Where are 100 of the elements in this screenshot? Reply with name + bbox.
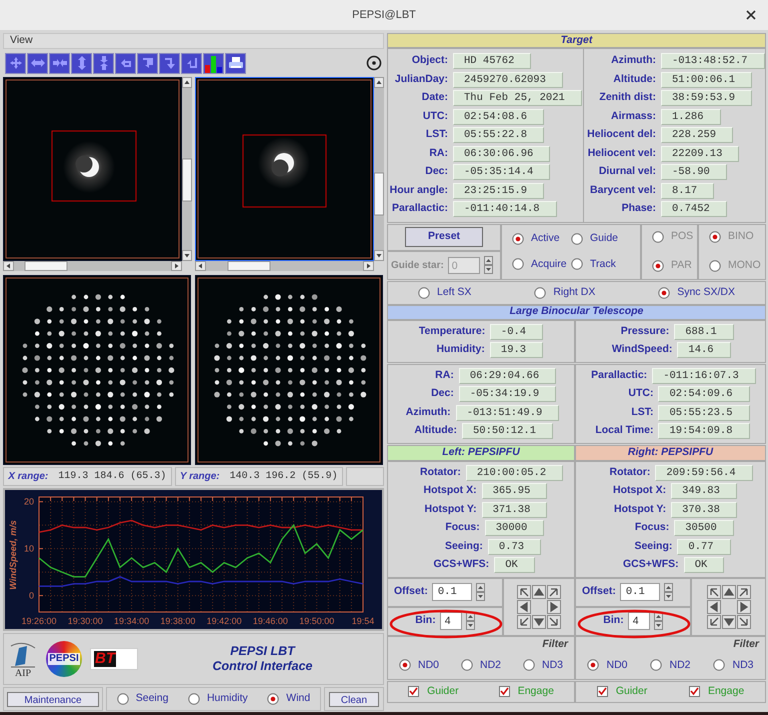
arrow-button[interactable]	[736, 600, 750, 614]
radio-button[interactable]	[116, 693, 129, 705]
radio-button[interactable]	[571, 258, 583, 270]
arrow-icon	[738, 586, 750, 598]
target-icon[interactable]	[366, 55, 382, 71]
radio-button[interactable]	[512, 232, 524, 245]
menu-item[interactable]: View	[10, 33, 33, 49]
toolbar-button[interactable]	[5, 52, 26, 74]
value-field: 14.6	[677, 342, 731, 358]
arrow-button[interactable]	[517, 614, 531, 628]
value-field: Thu Feb 25, 2021	[453, 90, 582, 106]
arrow-button[interactable]	[547, 600, 561, 614]
value-field: 06:30:06.96	[453, 146, 550, 162]
x-tick-label: 19:34:00	[114, 616, 150, 626]
arrow-button[interactable]	[532, 584, 546, 598]
spinner-button[interactable]	[664, 583, 673, 601]
arrow-icon	[738, 600, 750, 612]
vertical-scrollbar[interactable]	[182, 77, 192, 261]
toolbar-button[interactable]	[93, 52, 114, 74]
toolbar-button[interactable]	[203, 52, 224, 74]
radio-button[interactable]	[460, 659, 473, 672]
number-field[interactable]: 4	[440, 612, 462, 630]
section-header: Right: PEPSIPFU	[575, 444, 766, 460]
field-label: Heliocent del:	[586, 127, 656, 142]
value-field: -013:51:49.9	[456, 404, 560, 421]
checkbox[interactable]	[596, 686, 608, 697]
arrow-button[interactable]	[547, 584, 561, 598]
range-label: Y range:	[180, 470, 220, 484]
horizontal-scrollbar[interactable]	[195, 261, 374, 271]
preset-button[interactable]: Preset	[405, 227, 483, 247]
value-field: 8.17	[661, 182, 714, 199]
vertical-scrollbar[interactable]	[374, 77, 384, 261]
number-field[interactable]: 0.1	[432, 583, 472, 601]
spinner-button[interactable]	[466, 612, 475, 630]
toolbar-button[interactable]	[27, 52, 48, 74]
number-field[interactable]: 0.1	[620, 583, 660, 601]
arrow-button[interactable]	[532, 614, 546, 628]
arrow-icon	[533, 586, 545, 598]
close-icon[interactable]	[746, 10, 756, 20]
value-field: 30000	[484, 520, 544, 536]
field-label: Phase:	[620, 201, 656, 216]
arrow-button[interactable]	[706, 614, 720, 628]
radio-label: Seeing	[136, 691, 168, 706]
value-field: 02:54:09.6	[658, 386, 750, 402]
toolbar-button[interactable]	[115, 52, 136, 74]
toolbar-button[interactable]	[71, 52, 92, 74]
horizontal-scrollbar[interactable]	[3, 261, 182, 271]
arrow-button[interactable]	[706, 600, 720, 614]
x-tick-label: 19:30:00	[68, 616, 103, 626]
spinner-button[interactable]	[476, 583, 485, 601]
checkbox[interactable]	[408, 686, 420, 697]
toolbar-button[interactable]	[225, 52, 246, 74]
radio-button[interactable]	[713, 659, 726, 672]
value-field: -011:16:07.3	[652, 368, 756, 384]
value-field: 05:55:22.8	[453, 127, 544, 144]
field-label: Hour angle:	[388, 182, 448, 198]
radio-label: ND3	[542, 658, 563, 672]
clean-button[interactable]: Clean	[329, 692, 379, 706]
radio-button[interactable]	[512, 258, 524, 270]
radio-button[interactable]	[522, 659, 535, 672]
spinner-button[interactable]	[654, 612, 663, 630]
value-field: -58.90	[661, 164, 727, 180]
value-field: 50:50:12.1	[462, 423, 553, 440]
radio-button[interactable]	[658, 286, 670, 298]
toolbar-button[interactable]	[137, 52, 158, 74]
logo-text: AIP	[14, 668, 32, 678]
range-value: 140.3 196.2 (55.9)	[230, 470, 338, 484]
arrow-button[interactable]	[736, 614, 750, 628]
toolbar-button[interactable]	[181, 52, 202, 74]
value-field: 30500	[674, 520, 734, 536]
radio-button[interactable]	[587, 659, 600, 672]
arrow-button[interactable]	[517, 584, 531, 598]
radio-label: Track	[590, 256, 616, 272]
arrow-button[interactable]	[517, 600, 531, 614]
field-label: Hotspot X:	[612, 483, 666, 498]
radio-button[interactable]	[571, 232, 583, 245]
spinner-button[interactable]	[484, 256, 493, 274]
radio-button[interactable]	[398, 659, 411, 672]
x-tick-label: 19:42:00	[206, 616, 242, 626]
radio-button[interactable]	[267, 693, 280, 705]
arrow-button[interactable]	[736, 584, 750, 598]
value-field: OK	[684, 557, 724, 574]
arrow-button[interactable]	[722, 584, 736, 598]
radio-label: ND0	[606, 658, 628, 672]
checkbox-label: Engage	[708, 684, 744, 699]
number-field[interactable]: 4	[628, 612, 650, 630]
maintenance-button[interactable]: Maintenance	[7, 692, 99, 706]
field-label: Airmass:	[610, 108, 656, 124]
radio-button[interactable]	[188, 693, 200, 705]
checkbox[interactable]	[688, 686, 700, 697]
arrow-button[interactable]	[706, 584, 720, 598]
arrow-button[interactable]	[722, 614, 736, 628]
x-tick-label: 19:50:00	[299, 616, 334, 626]
radio-button[interactable]	[650, 659, 662, 672]
radio-button[interactable]	[418, 286, 430, 298]
toolbar-button[interactable]	[49, 52, 70, 74]
toolbar-button[interactable]	[159, 52, 180, 74]
checkbox[interactable]	[498, 686, 510, 697]
radio-button[interactable]	[534, 286, 546, 298]
arrow-button[interactable]	[547, 614, 561, 628]
